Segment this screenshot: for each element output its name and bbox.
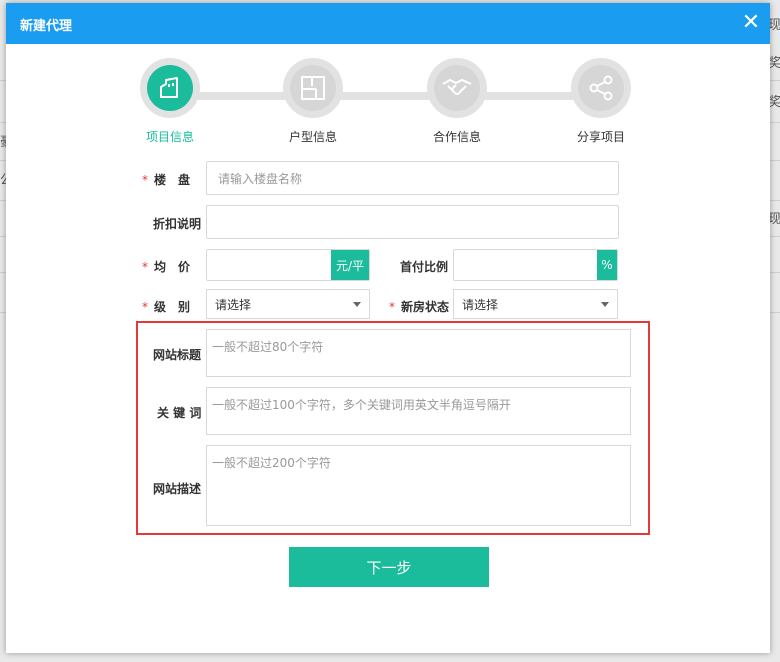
level-select-value: 请选择	[215, 297, 252, 312]
step-floor-plan[interactable]	[283, 58, 343, 118]
site-title-textarea[interactable]: 一般不超过80个字符	[206, 329, 631, 377]
site-desc-label: 网站描述	[153, 482, 202, 496]
discount-input[interactable]	[206, 205, 619, 239]
site-title-label: 网站标题	[153, 348, 202, 362]
floor-plan-icon	[301, 76, 325, 100]
close-icon[interactable]: ✕	[740, 12, 762, 34]
avg-price-label-text: 均 价	[154, 260, 191, 274]
building-icon	[160, 77, 178, 98]
step-project-info[interactable]	[140, 58, 200, 118]
step-cooperation[interactable]	[427, 58, 487, 118]
discount-label: 折扣说明	[153, 217, 202, 231]
dialog-titlebar: 新建代理 ✕	[6, 3, 770, 44]
new-agent-dialog: 新建代理 ✕ 项目信息 户型信息 合作信息 分享项目 * 楼 盘 请输入楼盘名称…	[6, 3, 770, 653]
dialog-title: 新建代理	[20, 19, 73, 34]
keywords-textarea[interactable]: 一般不超过100个字符，多个关键词用英文半角逗号隔开	[206, 387, 631, 435]
down-payment-input[interactable]: %	[453, 249, 618, 281]
percent-addon: %	[597, 250, 617, 280]
building-label-text: 楼 盘	[154, 173, 191, 187]
required-mark: *	[389, 300, 395, 314]
steps-connector	[196, 92, 626, 100]
share-icon	[589, 75, 613, 101]
avg-price-input[interactable]: 元/平	[206, 249, 370, 281]
chevron-down-icon	[353, 302, 361, 307]
level-select[interactable]: 请选择	[206, 289, 370, 319]
step-label-floor-plan[interactable]: 户型信息	[263, 128, 363, 145]
required-mark: *	[142, 260, 148, 274]
house-status-select[interactable]: 请选择	[453, 289, 618, 319]
down-payment-label: 首付比例	[400, 260, 449, 274]
step-share[interactable]	[571, 58, 631, 118]
keywords-label: 关 键 词	[157, 406, 202, 420]
avg-price-label: * 均 价	[142, 258, 190, 275]
house-status-select-value: 请选择	[462, 297, 499, 312]
price-unit-addon: 元/平	[331, 250, 369, 280]
house-status-label-text: 新房状态	[401, 300, 450, 314]
required-mark: *	[142, 173, 148, 187]
step-label-cooperation[interactable]: 合作信息	[407, 128, 507, 145]
next-step-button[interactable]: 下一步	[289, 547, 489, 587]
house-status-label: * 新房状态	[389, 298, 449, 315]
step-label-share[interactable]: 分享项目	[551, 128, 651, 145]
building-label: * 楼 盘	[142, 171, 190, 188]
level-label-text: 级 别	[154, 300, 191, 314]
building-input[interactable]: 请输入楼盘名称	[206, 161, 619, 195]
site-desc-textarea[interactable]: 一般不超过200个字符	[206, 445, 631, 526]
level-label: * 级 别	[142, 298, 190, 315]
required-mark: *	[142, 300, 148, 314]
handshake-icon	[442, 78, 472, 95]
chevron-down-icon	[601, 302, 609, 307]
step-label-project-info[interactable]: 项目信息	[120, 128, 220, 145]
